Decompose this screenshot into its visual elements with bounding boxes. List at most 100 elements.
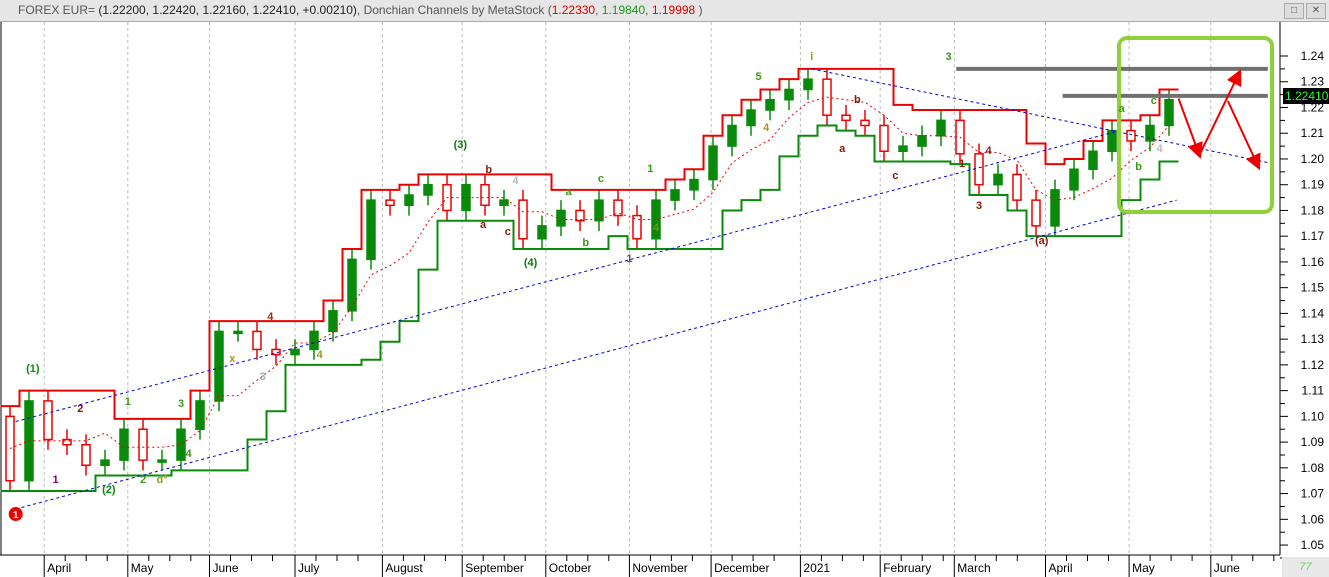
candle-body (138, 428, 148, 461)
chart-title-bar: FOREX EUR= (1.22200, 1.22420, 1.22160, 1… (0, 0, 1329, 22)
wave-label: 3 (260, 371, 266, 383)
wave-label: (4) (524, 257, 538, 269)
candle-body (936, 119, 946, 137)
wave-label: c (892, 170, 898, 182)
y-tick-label: 1.15 (1301, 281, 1325, 295)
wave-label: (1) (26, 363, 40, 375)
candle-body (1126, 129, 1136, 142)
wave-label: 4 (763, 122, 770, 134)
close-button[interactable]: ✕ (1306, 3, 1326, 19)
wave-label: b (485, 164, 492, 176)
wave-label: 4 (512, 175, 519, 187)
paren: ) (698, 3, 703, 17)
y-tick-label: 1.20 (1301, 152, 1325, 166)
wave-label: 4 (317, 349, 324, 361)
month-label: May (1132, 561, 1155, 575)
y-tick-label: 1.13 (1301, 332, 1325, 346)
candle-body (594, 199, 604, 222)
candle-body (993, 173, 1003, 186)
candle-body (43, 400, 53, 441)
candle-body (290, 348, 300, 356)
candle-body (119, 428, 129, 461)
candle-body (480, 183, 490, 207)
y-tick-label: 1.19 (1301, 178, 1325, 192)
candle-body (708, 145, 718, 181)
month-label: October (549, 561, 592, 575)
wave-label: 3 (178, 398, 184, 410)
wave-label: x (229, 353, 236, 365)
y-tick-label: 1.18 (1301, 203, 1325, 217)
candle-body (803, 78, 813, 91)
ohlc-readout: (1.22200, 1.22420, 1.22160, 1.22410, +0.… (98, 3, 357, 17)
y-tick-label: 1.21 (1301, 126, 1325, 140)
wave-label: 3 (976, 200, 982, 212)
wave-label: 1 (647, 163, 653, 175)
candle-body (214, 330, 224, 402)
month-label: April (1049, 561, 1073, 575)
candle-body (537, 225, 547, 240)
month-label: November (632, 561, 687, 575)
y-tick-label: 1.06 (1301, 512, 1325, 526)
month-label: May (131, 561, 154, 575)
wave-label: 4 (653, 222, 660, 234)
y-tick-label: 1.24 (1301, 49, 1325, 63)
candle-body (62, 438, 72, 446)
wave-label: b (854, 94, 861, 106)
candle-body (233, 330, 243, 335)
month-label: 2021 (803, 561, 830, 575)
candle-body (841, 114, 851, 122)
wave-label: a (566, 186, 573, 198)
wave-label: a (480, 219, 487, 231)
y-tick-label: 1.14 (1301, 306, 1325, 320)
candle-body (917, 135, 927, 147)
wave-label: (3) (454, 139, 468, 151)
restore-button[interactable]: □ (1284, 3, 1304, 19)
candle-body (423, 183, 433, 196)
wave-label: (a) (1035, 235, 1049, 247)
y-tick-label: 1.09 (1301, 435, 1325, 449)
wave-label: b (1135, 161, 1142, 173)
candle-body (784, 88, 794, 101)
candle-body (100, 459, 110, 467)
indicator-name: Donchian Channels by MetaStock (363, 3, 545, 17)
y-tick-label: 1.17 (1301, 229, 1325, 243)
y-tick-label: 1.16 (1301, 255, 1325, 269)
y-tick-label: 1.07 (1301, 487, 1325, 501)
y-tick-label: 1.11 (1302, 384, 1325, 398)
candle-body (556, 209, 566, 227)
wave-label: 1 (13, 510, 19, 521)
candle-body (404, 194, 414, 207)
wave-label: a (839, 143, 846, 155)
mid-value: 1.19998 (651, 3, 696, 17)
candle-body (860, 119, 870, 127)
month-label: September (465, 561, 524, 575)
wave-label: 3 (946, 51, 952, 63)
candle-body (195, 400, 205, 430)
y-tick-label: 1.23 (1301, 75, 1325, 89)
upper-value: 1.22330 (551, 3, 596, 17)
candle-body (898, 145, 908, 152)
candle-body (385, 199, 395, 207)
last-price-tag: 1.22410 (1283, 88, 1329, 104)
candle-body (309, 330, 319, 351)
candle-body (1012, 173, 1022, 201)
candle-body (81, 443, 91, 467)
plot-area (0, 22, 1280, 555)
wave-label: i (810, 51, 813, 63)
candle-body (1050, 189, 1060, 227)
wave-label: c (598, 173, 604, 185)
candle-body (765, 99, 775, 111)
candle-body (670, 189, 680, 201)
corner-icon[interactable]: 77 (1282, 557, 1329, 577)
chart-title: FOREX EUR= (1.22200, 1.22420, 1.22160, 1… (18, 3, 703, 17)
candle-body (518, 199, 528, 240)
month-label: February (883, 561, 931, 575)
month-label: August (385, 561, 423, 575)
candle-body (746, 109, 756, 127)
candle-body (613, 199, 623, 217)
candle-body (727, 124, 737, 147)
candle-body (157, 459, 167, 463)
lower-value: 1.19840 (601, 3, 646, 17)
wave-label: c (1151, 95, 1157, 107)
month-label: December (714, 561, 769, 575)
